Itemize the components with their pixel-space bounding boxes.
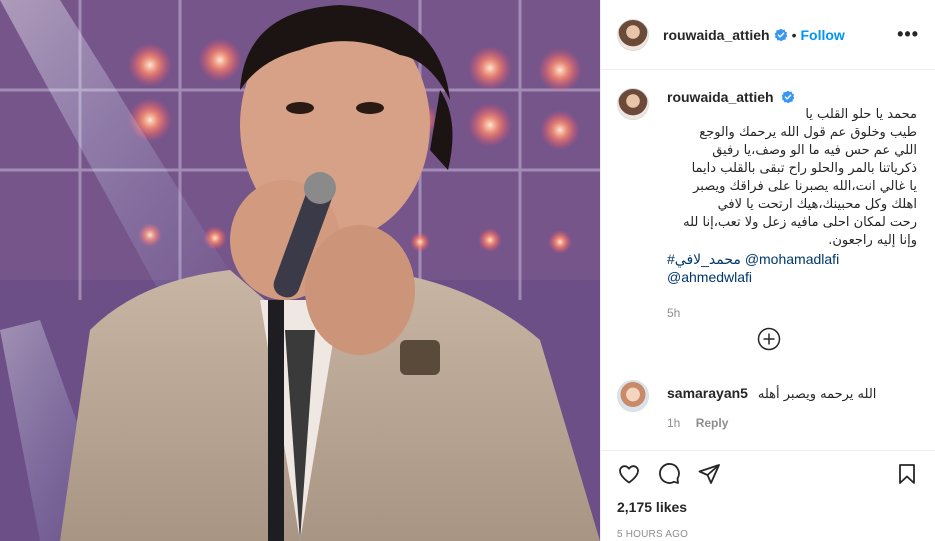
likes-count[interactable]: 2,175 likes	[617, 499, 919, 515]
comment-bubble-icon[interactable]	[657, 462, 681, 486]
like-heart-icon[interactable]	[617, 462, 641, 486]
comments-section: rouwaida_attieh محمد يا حلو القلب يا طيب…	[601, 88, 935, 322]
verified-badge-icon	[774, 28, 787, 41]
post-actions-area: 2,175 likes 5 HOURS AGO	[601, 450, 935, 540]
commenter-avatar[interactable]	[617, 380, 649, 412]
comment-text: الله يرحمه ويصبر أهله	[757, 387, 877, 402]
follow-button[interactable]: Follow	[801, 27, 845, 43]
separator-dot: •	[791, 26, 797, 43]
post-timestamp[interactable]: 5 HOURS AGO	[617, 529, 919, 540]
post-photo[interactable]	[0, 0, 600, 541]
action-bar	[617, 451, 919, 497]
verified-badge-icon	[782, 90, 795, 104]
caption-line: طيب وخلوق عم قول الله يرحمك والوجع	[699, 125, 917, 140]
author-username[interactable]: rouwaida_attieh	[663, 27, 770, 43]
author-avatar[interactable]	[617, 18, 649, 51]
caption-line: رحت لمكان احلى مافيه زعل ولا تعب،إنا لله	[683, 215, 917, 230]
mention-link[interactable]: @mohamadlafi	[745, 251, 839, 267]
comment-meta: 1h Reply	[667, 416, 728, 430]
caption-line: اللي عم حس فيه ما الو وصف،يا رفيق	[712, 143, 917, 158]
caption: rouwaida_attieh محمد يا حلو القلب يا طيب…	[617, 88, 919, 322]
caption-tags: #محمد_لافي @mohamadlafi @ahmedwlafi	[667, 250, 917, 286]
post-header: rouwaida_attieh • Follow •••	[601, 0, 935, 70]
commenter-username[interactable]: samarayan5	[667, 385, 748, 401]
reply-button[interactable]: Reply	[696, 416, 729, 430]
comment-timestamp[interactable]: 1h	[667, 416, 680, 430]
caption-username[interactable]: rouwaida_attieh	[667, 89, 774, 105]
caption-line: محمد يا حلو القلب يا	[805, 107, 917, 122]
caption-timestamp[interactable]: 5h	[667, 304, 917, 322]
caption-line: اهلك وكل محبينك،هيك ارتحت يا لافي	[717, 197, 917, 212]
caption-line: وإنا إليه راجعون.	[828, 233, 917, 248]
mention-link[interactable]: @ahmedwlafi	[667, 269, 752, 285]
singer-photo-illustration	[0, 0, 600, 541]
caption-body: rouwaida_attieh محمد يا حلو القلب يا طيب…	[667, 88, 917, 322]
post-side-panel: rouwaida_attieh • Follow ••• rouwaida_at…	[600, 0, 935, 541]
hashtag-link[interactable]: #محمد_لافي	[667, 251, 741, 267]
caption-line: يا غالي انت،الله يصبرنا على فراقك ويصبر	[693, 179, 917, 194]
share-paper-plane-icon[interactable]	[697, 462, 721, 486]
comment-body: samarayan5 الله يرحمه ويصبر أهله	[667, 384, 876, 412]
more-options-icon[interactable]: •••	[897, 24, 919, 45]
caption-author-avatar[interactable]	[617, 88, 649, 120]
caption-text: محمد يا حلو القلب يا طيب وخلوق عم قول ال…	[667, 106, 917, 250]
save-bookmark-icon[interactable]	[895, 462, 919, 486]
caption-line: ذكرياتنا بالمر والحلو راح تبقى بالقلب دا…	[691, 161, 917, 176]
comment-item: samarayan5 الله يرحمه ويصبر أهله	[617, 380, 919, 412]
load-more-comments-icon[interactable]	[757, 327, 781, 351]
